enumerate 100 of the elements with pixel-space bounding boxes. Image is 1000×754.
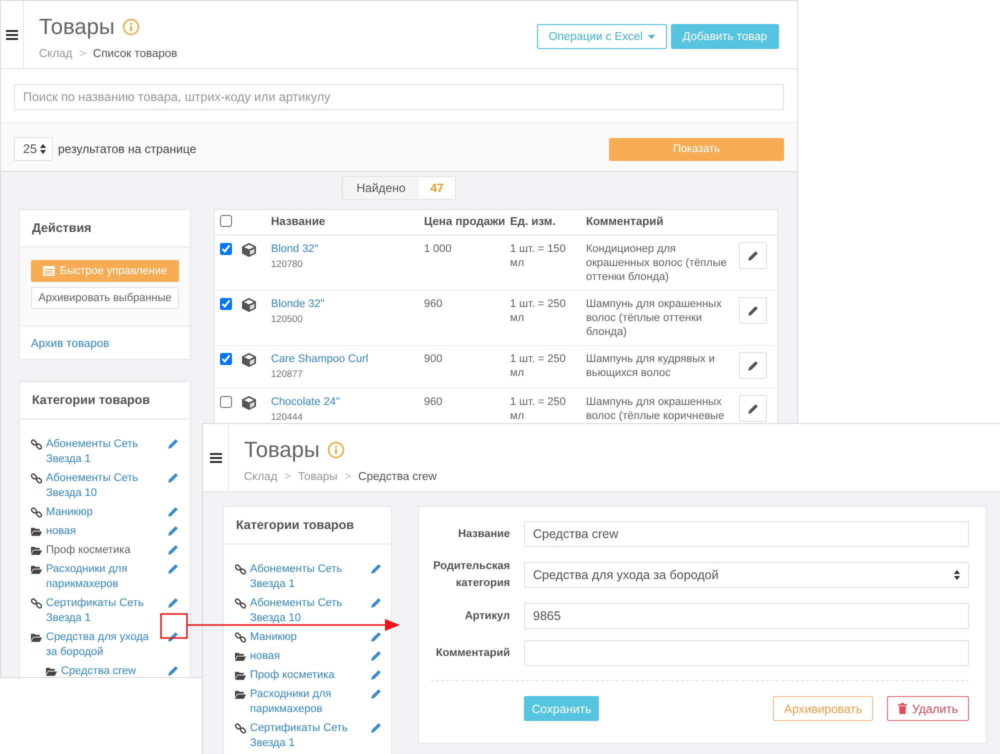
pencil-icon[interactable] (167, 438, 179, 450)
pencil-icon[interactable] (167, 631, 179, 643)
menu-icon[interactable] (6, 30, 18, 40)
link-icon (31, 473, 42, 484)
field-label: Родительская категория (432, 559, 510, 591)
folder-icon (235, 670, 246, 681)
search-field[interactable]: Поиск по названию товара, штрих-коду или артикулу (14, 84, 784, 110)
category-link[interactable]: Расходники для парикмахеров (250, 687, 370, 717)
input-field[interactable]: Средства crew (524, 521, 969, 547)
pencil-icon[interactable] (370, 597, 382, 609)
pencil-icon (747, 304, 759, 316)
category-link[interactable]: Маникюр (250, 630, 370, 645)
price-text: 900 (424, 352, 444, 366)
pencil-icon[interactable] (370, 650, 382, 662)
info-icon[interactable] (326, 441, 345, 459)
row-checkbox[interactable] (220, 353, 232, 365)
breadcrumb-link[interactable]: Склад (39, 48, 72, 60)
edit-button[interactable] (739, 297, 767, 324)
archive-button[interactable]: Архивировать (773, 696, 874, 721)
select-all-checkbox[interactable] (220, 214, 232, 226)
cube-icon (241, 352, 257, 368)
breadcrumb-current: Список товаров (93, 48, 178, 60)
folder-icon (235, 689, 246, 700)
category-link[interactable]: Сертификаты Сеть Звезда 1 (46, 596, 167, 626)
category-link[interactable]: Абонементы Сеть Звезда 10 (46, 471, 167, 501)
product-link[interactable]: Care Shampoo Curl (271, 352, 424, 366)
link-icon (31, 439, 42, 450)
sort-arrows-icon (954, 570, 960, 580)
pencil-icon[interactable] (167, 472, 179, 484)
quick-manage-button[interactable]: Быстрое управление (31, 260, 179, 282)
delete-button[interactable]: Удалить (887, 696, 969, 721)
pencil-icon[interactable] (167, 544, 179, 556)
highlight-frame (160, 613, 188, 639)
table-icon (43, 266, 55, 276)
price-text: 960 (424, 297, 444, 311)
folder-icon (46, 666, 57, 677)
pencil-icon[interactable] (370, 722, 382, 734)
category-link[interactable]: Средства crew (61, 664, 167, 677)
pencil-icon[interactable] (167, 506, 179, 518)
dropdown-select[interactable]: Средства для ухода за бородой (524, 562, 969, 588)
category-link[interactable]: Маникюр (46, 505, 167, 520)
per-page-select[interactable]: 25 (14, 137, 53, 161)
breadcrumb-link[interactable]: Склад (244, 471, 278, 483)
pencil-icon[interactable] (167, 597, 179, 609)
price-text: 1 000 (424, 242, 453, 256)
folder-icon (235, 651, 246, 662)
category-link[interactable]: Проф косметика (46, 543, 167, 558)
show-button[interactable]: Показать (609, 138, 784, 160)
archive-link[interactable]: Архив товаров (31, 338, 110, 350)
unit-text: 1 шт. = 250 мл (510, 297, 567, 325)
field-label: Артикул (464, 608, 510, 624)
pencil-icon[interactable] (167, 525, 179, 537)
row-checkbox[interactable] (220, 243, 232, 255)
field-label: Название (457, 526, 510, 542)
per-page-label: результатов на странице (58, 142, 198, 156)
menu-icon[interactable] (210, 452, 222, 462)
product-link[interactable]: Blond 32" (271, 242, 424, 256)
edit-button[interactable] (739, 352, 767, 379)
category-link[interactable]: Сертификаты Сеть Звезда 1 (250, 721, 370, 751)
category-link[interactable]: новая (46, 524, 167, 539)
row-checkbox[interactable] (220, 396, 232, 408)
category-link[interactable]: новая (250, 649, 370, 664)
breadcrumb-current: Средства crew (358, 471, 437, 483)
product-link[interactable]: Chocolate 24" (271, 395, 424, 409)
category-link[interactable]: Средства для ухода за бородой (46, 630, 167, 660)
comment-text: Шампунь для окрашенных волос (тёплые коричневые (586, 395, 726, 423)
folder-icon (31, 526, 42, 537)
category-link[interactable]: Абонементы Сеть Звезда 10 (250, 596, 370, 626)
pencil-icon[interactable] (370, 688, 382, 700)
row-checkbox[interactable] (220, 298, 232, 310)
pencil-icon[interactable] (167, 563, 179, 575)
archive-selected-button[interactable]: Архивировать выбранные (31, 287, 179, 309)
add-button[interactable]: Добавить товар (670, 24, 779, 49)
save-button[interactable]: Сохранить (524, 696, 599, 721)
comment-text: Шампунь для окрашенных волос (тёплые оттенки блонда) (586, 297, 723, 339)
dropdown-button[interactable]: Операции с Excel (536, 24, 667, 49)
pencil-icon (747, 402, 759, 414)
pencil-icon[interactable] (370, 631, 382, 643)
found-count: 47 (419, 177, 455, 199)
info-icon[interactable] (122, 18, 140, 36)
category-link[interactable]: Расходники для парикмахеров (46, 562, 167, 592)
link-icon (31, 598, 42, 609)
trash-icon (898, 703, 908, 714)
category-link[interactable]: Проф косметика (250, 668, 370, 683)
page-title: Товары (244, 437, 320, 463)
category-link[interactable]: Абонементы Сеть Звезда 1 (250, 562, 370, 592)
product-link[interactable]: Blonde 32" (271, 297, 424, 311)
category-link[interactable]: Абонементы Сеть Звезда 1 (46, 437, 167, 467)
pencil-icon[interactable] (167, 665, 179, 677)
edit-button[interactable] (739, 395, 767, 422)
input-field[interactable]: 9865 (524, 603, 969, 629)
pencil-icon[interactable] (370, 669, 382, 681)
unit-text: 1 шт. = 150 мл (510, 242, 567, 270)
breadcrumb-link[interactable]: Товары (298, 471, 338, 483)
pencil-icon[interactable] (370, 563, 382, 575)
comment-text: Кондиционер для окрашенных волос (тёплые оттенки блонда) (586, 242, 728, 284)
column-header: Комментарий (586, 216, 664, 228)
input-field[interactable] (524, 640, 969, 666)
link-icon (235, 632, 246, 643)
edit-button[interactable] (739, 242, 767, 269)
